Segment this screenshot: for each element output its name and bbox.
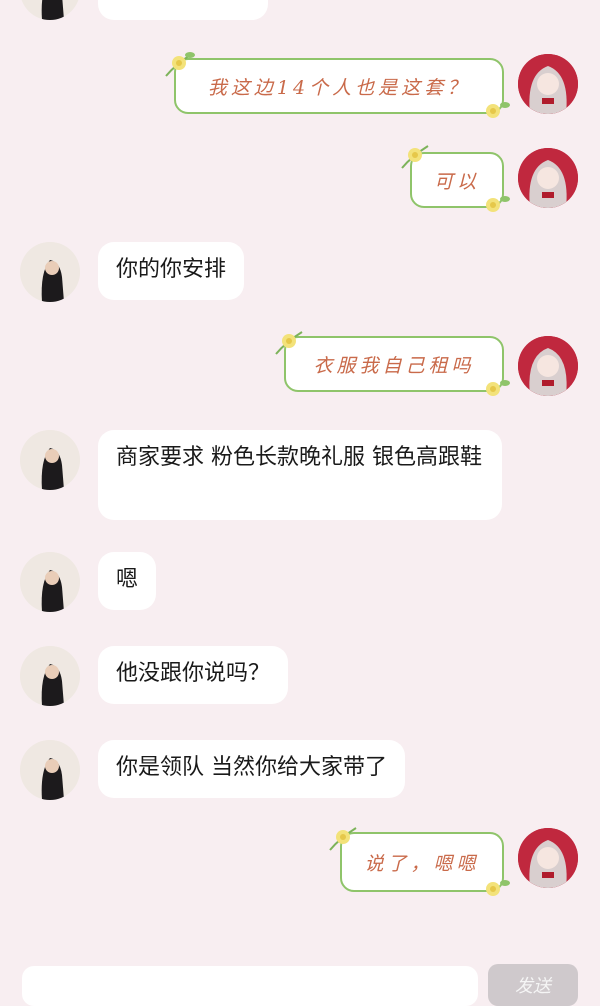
my-avatar[interactable] bbox=[518, 54, 578, 114]
girl-photo-avatar-icon bbox=[20, 740, 80, 800]
contact-avatar[interactable] bbox=[20, 242, 80, 302]
contact-avatar[interactable] bbox=[20, 552, 80, 612]
message-bubble-received: 你是领队 当然你给大家带了 bbox=[98, 740, 405, 798]
contact-avatar[interactable] bbox=[20, 646, 80, 706]
message-bubble-sent: 我这边14个人也是这套？ bbox=[174, 58, 504, 114]
contact-avatar[interactable] bbox=[20, 430, 80, 490]
flower-vine-icon bbox=[478, 190, 512, 224]
message-bubble-sent: 衣服我自己租吗 bbox=[284, 336, 504, 392]
girl-photo-avatar-icon bbox=[20, 0, 80, 20]
message-bubble-received: 你的你安排 bbox=[98, 242, 245, 300]
message-bubble-received: 嗯 bbox=[98, 552, 157, 610]
anime-girl-avatar-icon bbox=[518, 148, 578, 208]
girl-photo-avatar-icon bbox=[20, 552, 80, 612]
flower-vine-icon bbox=[326, 820, 360, 854]
flower-vine-icon bbox=[478, 874, 512, 908]
send-button[interactable]: 发送 bbox=[488, 964, 578, 1006]
flower-vine-icon bbox=[478, 374, 512, 408]
flower-vine-icon bbox=[162, 46, 196, 80]
my-avatar[interactable] bbox=[518, 336, 578, 396]
anime-girl-avatar-icon bbox=[518, 336, 578, 396]
message-bubble-partial bbox=[98, 0, 268, 20]
girl-photo-avatar-icon bbox=[20, 242, 80, 302]
flower-vine-icon bbox=[478, 96, 512, 130]
contact-avatar[interactable] bbox=[20, 0, 80, 20]
my-avatar[interactable] bbox=[518, 148, 578, 208]
flower-vine-icon bbox=[398, 138, 432, 172]
contact-avatar[interactable] bbox=[20, 740, 80, 800]
girl-photo-avatar-icon bbox=[20, 430, 80, 490]
message-bubble-received: 他没跟你说吗？ bbox=[98, 646, 289, 704]
anime-girl-avatar-icon bbox=[518, 54, 578, 114]
flower-vine-icon bbox=[272, 324, 306, 358]
message-bubble-received: 商家要求 粉色长款晚礼服 银色高跟鞋 bbox=[98, 430, 502, 520]
message-input[interactable] bbox=[22, 966, 478, 1006]
anime-girl-avatar-icon bbox=[518, 828, 578, 888]
girl-photo-avatar-icon bbox=[20, 646, 80, 706]
my-avatar[interactable] bbox=[518, 828, 578, 888]
